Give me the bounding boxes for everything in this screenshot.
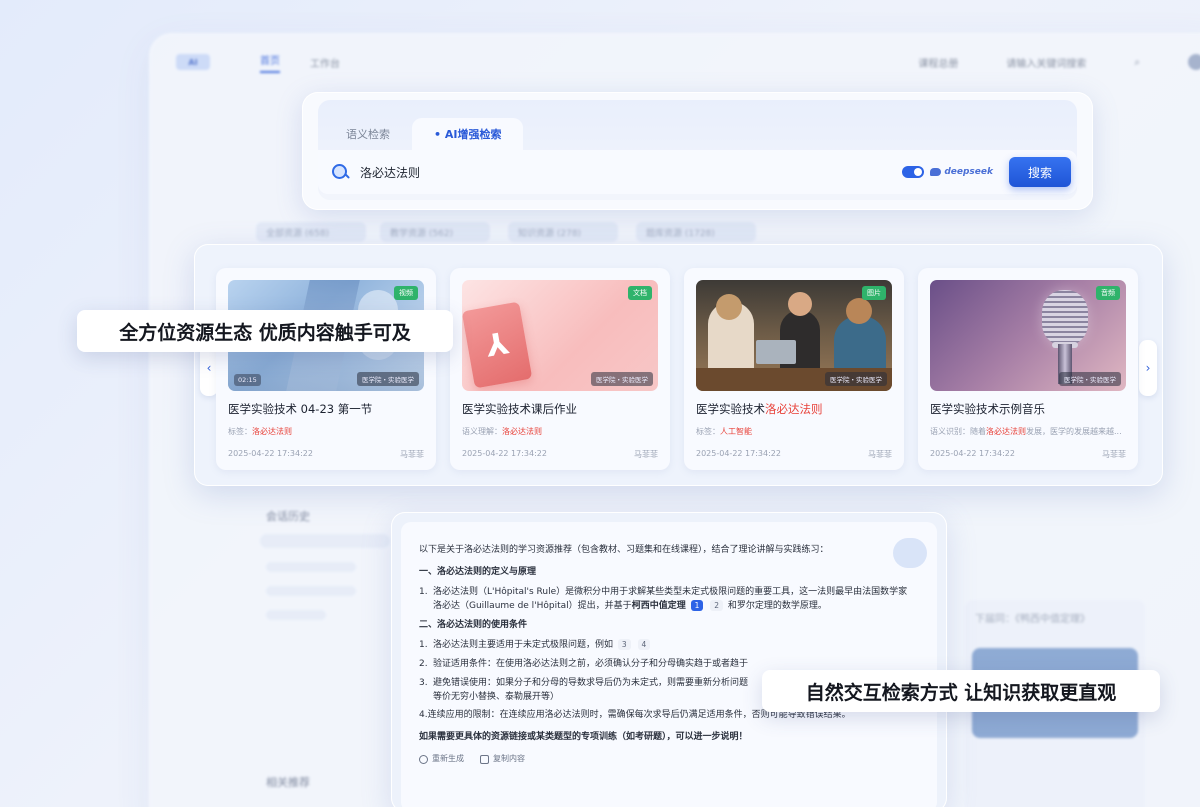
history-item[interactable] xyxy=(266,586,356,596)
callout-resource-ecosystem: 全方位资源生态 优质内容触手可及 xyxy=(77,310,453,352)
filter-chip[interactable]: 教学资源 (562) xyxy=(380,222,490,242)
answer-section-title: 一、洛必达法则的定义与原理 xyxy=(419,566,537,577)
search-tabs: 语义检索 AI增强检索 xyxy=(318,100,1077,150)
answer-closing: 如果需要更具体的资源链接或某类题型的专项训练（如考研题），可以进一步说明！ xyxy=(419,732,748,743)
search-button[interactable]: 搜索 xyxy=(1009,157,1071,187)
microphone-thumb: 音频 医学院・实验医学 xyxy=(930,280,1126,391)
filter-chip[interactable]: 全部资源 (658) xyxy=(256,222,366,242)
card-title: 医学实验技术洛必达法则 xyxy=(696,402,823,416)
category-tag: 医学院・实验医学 xyxy=(357,372,419,386)
nav-home[interactable]: 首页 xyxy=(260,52,280,73)
card-author: 马菲菲 xyxy=(1102,450,1126,459)
answer-actions: 重新生成 复制内容 xyxy=(419,753,921,765)
history-title: 会话历史 xyxy=(266,510,310,523)
card-footer: 2025-04-22 17:34:22 马菲菲 xyxy=(930,449,1126,460)
refresh-icon xyxy=(419,755,428,764)
card-author: 马菲菲 xyxy=(634,450,658,459)
card-date: 2025-04-22 17:34:22 xyxy=(696,449,781,458)
search-container: 语义检索 AI增强检索 deepseek 搜索 xyxy=(318,100,1077,200)
card-meta: 语义识别：随着洛必达法则发展，医学的发展越来越... xyxy=(930,427,1122,436)
answer-list-item: 1. 洛必达法则主要适用于未定式极限问题，例如 3 4 xyxy=(419,638,921,653)
ai-answer-panel: 以下是关于洛必达法则的学习资源推荐（包含教材、习题集和在线课程），结合了理论讲解… xyxy=(391,512,947,807)
type-badge: 文档 xyxy=(628,286,652,300)
search-icon xyxy=(330,162,350,182)
card-footer: 2025-04-22 17:34:22 马菲菲 xyxy=(462,449,658,460)
history-item[interactable] xyxy=(266,562,356,572)
resource-card[interactable]: 图片 医学院・实验医学 医学实验技术洛必达法则 标签：人工智能 2025-04-… xyxy=(684,268,904,470)
card-author: 马菲菲 xyxy=(868,450,892,459)
carousel-next-button[interactable]: › xyxy=(1139,340,1157,396)
search-input[interactable] xyxy=(360,165,903,179)
answer-intro: 以下是关于洛必达法则的学习资源推荐（包含教材、习题集和在线课程），结合了理论讲解… xyxy=(419,545,829,555)
pdf-icon: ⅄ xyxy=(462,301,533,389)
side-card-title: 下届同：《鸭西中值定理》 xyxy=(975,614,1090,625)
category-tag: 医学院・实验医学 xyxy=(1059,372,1121,386)
card-title: 医学实验技术课后作业 xyxy=(462,402,577,416)
nav-search-icon[interactable]: ⌕ xyxy=(1134,57,1140,68)
card-title: 医学实验技术示例音乐 xyxy=(930,402,1045,416)
related-title: 相关推荐 xyxy=(266,776,310,789)
tab-semantic-search[interactable]: 语义检索 xyxy=(324,118,412,150)
avatar[interactable] xyxy=(1188,54,1200,70)
nav-course-select[interactable]: 课程总册 xyxy=(918,55,958,70)
card-author: 马菲菲 xyxy=(400,450,424,459)
ai-answer-content: 以下是关于洛必达法则的学习资源推荐（包含教材、习题集和在线课程），结合了理论讲解… xyxy=(401,522,937,807)
resource-card[interactable]: 音频 医学院・实验医学 医学实验技术示例音乐 语义识别：随着洛必达法则发展，医学… xyxy=(918,268,1138,470)
regenerate-button[interactable]: 重新生成 xyxy=(419,753,464,765)
card-meta: 标签：人工智能 xyxy=(696,427,752,436)
callout-natural-interaction: 自然交互检索方式 让知识获取更直观 xyxy=(762,670,1160,712)
history-item[interactable] xyxy=(260,534,390,548)
citation-ref[interactable]: 4 xyxy=(637,638,651,651)
resource-card[interactable]: ⅄ 文档 医学院・实验医学 医学实验技术课后作业 语义理解：洛必达法则 2025… xyxy=(450,268,670,470)
background-nav: AI 首页 工作台 课程总册 请输入关键词搜索 ⌕ xyxy=(150,34,1200,90)
copy-icon xyxy=(480,755,489,764)
type-badge: 音频 xyxy=(1096,286,1120,300)
search-bar: deepseek 搜索 xyxy=(318,150,1077,194)
citation-ref[interactable]: 2 xyxy=(710,599,724,612)
nav-search-hint[interactable]: 请输入关键词搜索 xyxy=(1006,55,1086,70)
tab-ai-enhanced-search[interactable]: AI增强检索 xyxy=(412,118,524,150)
card-date: 2025-04-22 17:34:22 xyxy=(930,449,1015,458)
history-item[interactable] xyxy=(266,610,326,620)
deepseek-label: deepseek xyxy=(944,167,993,177)
deepseek-watermark-icon xyxy=(893,538,927,568)
card-meta: 语义理解：洛必达法则 xyxy=(462,427,542,436)
answer-list-item: 1. 洛必达法则（L'Hôpital's Rule）是微积分中用于求解某些类型未… xyxy=(419,586,908,612)
filter-chip[interactable]: 知识资源 (278) xyxy=(508,222,618,242)
card-date: 2025-04-22 17:34:22 xyxy=(462,449,547,458)
type-badge: 图片 xyxy=(862,286,886,300)
deepseek-logo: deepseek xyxy=(930,167,993,177)
deepseek-toggle[interactable] xyxy=(902,166,925,178)
answer-section-title: 二、洛必达法则的使用条件 xyxy=(419,619,528,630)
group-photo-thumb: 图片 医学院・实验医学 xyxy=(696,280,892,391)
copy-button[interactable]: 复制内容 xyxy=(480,753,525,765)
citation-ref[interactable]: 3 xyxy=(617,638,631,651)
card-footer: 2025-04-22 17:34:22 马菲菲 xyxy=(696,449,892,460)
pdf-doc-thumb: ⅄ 文档 医学院・实验医学 xyxy=(462,280,658,391)
filter-chip[interactable]: 题库资源 (1728) xyxy=(636,222,756,242)
nav-workbench[interactable]: 工作台 xyxy=(310,55,340,70)
resource-card[interactable]: 视频 02:15 医学院・实验医学 医学实验技术 04-23 第一节 标签：洛必… xyxy=(216,268,436,470)
category-tag: 医学院・实验医学 xyxy=(591,372,653,386)
app-logo-icon: AI xyxy=(176,54,210,70)
search-panel: 语义检索 AI增强检索 deepseek 搜索 xyxy=(302,92,1093,210)
resource-results-panel: ‹ › 视频 02:15 医学院・实验医学 医学实验技术 04-23 第一节 标… xyxy=(194,244,1163,486)
card-footer: 2025-04-22 17:34:22 马菲菲 xyxy=(228,449,424,460)
card-date: 2025-04-22 17:34:22 xyxy=(228,449,313,458)
citation-ref[interactable]: 1 xyxy=(690,599,704,612)
type-badge: 视频 xyxy=(394,286,418,300)
category-tag: 医学院・实验医学 xyxy=(825,372,887,386)
card-meta: 标签：洛必达法则 xyxy=(228,427,292,436)
card-title: 医学实验技术 04-23 第一节 xyxy=(228,402,373,416)
deepseek-whale-icon xyxy=(930,168,942,176)
duration-tag: 02:15 xyxy=(234,374,261,386)
